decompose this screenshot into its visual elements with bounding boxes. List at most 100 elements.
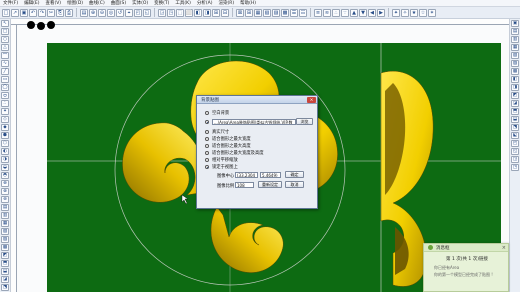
tool-button-icon[interactable]: ◳ [511, 164, 519, 171]
tool-button-icon[interactable]: ◨ [511, 84, 519, 91]
tool-button-icon[interactable]: ∵ [341, 8, 349, 17]
menu-item[interactable]: 实体(O) [132, 0, 148, 7]
tool-button-icon[interactable]: ▩ [1, 244, 9, 251]
menu-item[interactable]: 变换(T) [154, 0, 169, 7]
menu-item[interactable]: 文件(F) [3, 0, 18, 7]
file-path-field[interactable]: ...\Area\Area装饰贴图\类似古钱领结.VIP.数 [212, 119, 296, 125]
tool-button-icon[interactable]: ▤ [80, 8, 88, 17]
menu-item[interactable]: 分析(A) [197, 0, 213, 7]
tool-button-icon[interactable]: □ [1, 28, 9, 35]
tool-button-icon[interactable]: ⬡ [1, 140, 9, 147]
center-x-field[interactable]: (33.2304 [235, 172, 258, 178]
tool-button-icon[interactable]: ↶ [29, 8, 37, 17]
radio-icon[interactable] [205, 137, 209, 141]
radio-icon[interactable] [205, 111, 209, 115]
tool-button-icon[interactable]: ◲ [158, 8, 166, 17]
tool-button-icon[interactable]: ✦ [392, 8, 400, 17]
tool-button-icon[interactable]: ≡ [314, 8, 322, 17]
tool-button-icon[interactable]: ✧ [401, 8, 409, 17]
radio-icon[interactable] [205, 144, 209, 148]
confirm-button[interactable]: 确定 [285, 171, 304, 178]
option-real-size[interactable]: 真实尺寸 [205, 129, 229, 135]
tool-button-icon[interactable]: ◒ [1, 164, 9, 171]
tool-button-icon[interactable]: ⊠ [236, 8, 244, 17]
tool-button-icon[interactable]: ⬢ [1, 132, 9, 139]
tool-button-icon[interactable]: ↷ [38, 8, 46, 17]
option-fit-width-height[interactable]: 适合图形之最大宽度及高度 [205, 150, 264, 156]
option-lock-to-view[interactable]: 锁定于视图上 [205, 164, 238, 170]
tool-button-icon[interactable]: ◰ [511, 140, 519, 147]
tool-button-icon[interactable]: □ [2, 8, 10, 17]
tool-button-icon[interactable]: ◐ [1, 148, 9, 155]
tool-button-icon[interactable]: ◇ [1, 116, 9, 123]
tool-button-icon[interactable]: ◩ [511, 92, 519, 99]
tool-button-icon[interactable]: ⌒ [1, 52, 9, 59]
menu-item[interactable]: 绘图(D) [67, 0, 83, 7]
tool-button-icon[interactable]: ▶ [377, 8, 385, 17]
tool-button-icon[interactable]: ∴ [1, 100, 9, 107]
menu-item[interactable]: 曲面(S) [111, 0, 126, 7]
tool-button-icon[interactable]: ▦ [254, 8, 262, 17]
tool-button-icon[interactable]: ◨ [203, 8, 211, 17]
tool-button-icon[interactable]: ▭ [1, 76, 9, 83]
tool-button-icon[interactable]: ◧ [511, 76, 519, 83]
radio-icon[interactable] [205, 158, 209, 162]
tool-button-icon[interactable]: ▦ [511, 44, 519, 51]
menu-item[interactable]: 曲线(C) [89, 0, 105, 7]
tool-button-icon[interactable]: ⬓ [511, 116, 519, 123]
tool-button-icon[interactable]: ▥ [511, 36, 519, 43]
menu-item[interactable]: 编辑(E) [24, 0, 39, 7]
radio-icon[interactable] [205, 130, 209, 134]
tool-button-icon[interactable]: ◰ [134, 8, 142, 17]
tool-button-icon[interactable]: ✂ [47, 8, 55, 17]
tool-button-icon[interactable]: ⎙ [65, 8, 73, 17]
radio-icon[interactable] [205, 165, 209, 169]
tool-button-icon[interactable]: ▧ [263, 8, 271, 17]
tool-button-icon[interactable]: ⬔ [1, 284, 9, 291]
tool-button-icon[interactable]: ▣ [20, 8, 28, 17]
tool-button-icon[interactable]: ∴ [332, 8, 340, 17]
menu-item[interactable]: 帮助(H) [240, 0, 256, 7]
tool-button-icon[interactable]: ◪ [1, 276, 9, 283]
tool-button-icon[interactable]: ▩ [511, 68, 519, 75]
tool-button-icon[interactable]: ╱ [1, 68, 9, 75]
tool-button-icon[interactable]: ☰ [290, 8, 298, 17]
tool-button-icon[interactable]: ▤ [511, 28, 519, 35]
cancel-button[interactable]: 取消 [285, 181, 304, 188]
tool-button-icon[interactable]: ◲ [511, 156, 519, 163]
tool-button-icon[interactable]: ◀ [368, 8, 376, 17]
tool-button-icon[interactable]: ⬒ [511, 108, 519, 115]
tool-button-icon[interactable]: ⊞ [212, 8, 220, 17]
option-blank-background[interactable]: 空白背景 [205, 110, 229, 116]
tool-button-icon[interactable]: ▩ [281, 8, 289, 17]
tool-button-icon[interactable]: ▤ [1, 204, 9, 211]
tool-button-icon[interactable]: ◓ [1, 172, 9, 179]
tool-button-icon[interactable]: ◆ [1, 124, 9, 131]
tool-button-icon[interactable]: ⬒ [1, 260, 9, 267]
scale-field[interactable]: 108 [235, 182, 254, 188]
tool-button-icon[interactable]: ⊛ [1, 196, 9, 203]
tool-button-icon[interactable]: ⊖ [98, 8, 106, 17]
tool-button-icon[interactable]: ⊕ [89, 8, 97, 17]
center-y-field[interactable]: 5.4649) [260, 172, 281, 178]
radio-icon[interactable] [205, 151, 209, 155]
tool-button-icon[interactable]: ▨ [272, 8, 280, 17]
close-icon[interactable]: × [307, 97, 316, 103]
tool-button-icon[interactable]: ✦ [1, 108, 9, 115]
tool-button-icon[interactable]: ⬕ [511, 132, 519, 139]
tool-button-icon[interactable]: △ [1, 44, 9, 51]
tool-button-icon[interactable]: ▼ [359, 8, 367, 17]
tool-button-icon[interactable]: ▣ [511, 20, 519, 27]
tool-button-icon[interactable]: ⬭ [1, 92, 9, 99]
radio-icon[interactable] [205, 120, 209, 124]
tool-button-icon[interactable]: ⎘ [56, 8, 64, 17]
tool-button-icon[interactable]: ∿ [1, 60, 9, 67]
option-relative-pan-zoom[interactable]: 相对平移缩放 [205, 157, 238, 163]
tool-button-icon[interactable]: ▲ [350, 8, 358, 17]
menu-item[interactable]: 渲染(R) [218, 0, 234, 7]
tool-button-icon[interactable]: ⬔ [511, 124, 519, 131]
tool-button-icon[interactable]: ⬚ [176, 8, 184, 17]
tool-button-icon[interactable]: ★ [410, 8, 418, 17]
tool-button-icon[interactable]: ◎ [107, 8, 115, 17]
tool-button-icon[interactable]: ◑ [1, 156, 9, 163]
